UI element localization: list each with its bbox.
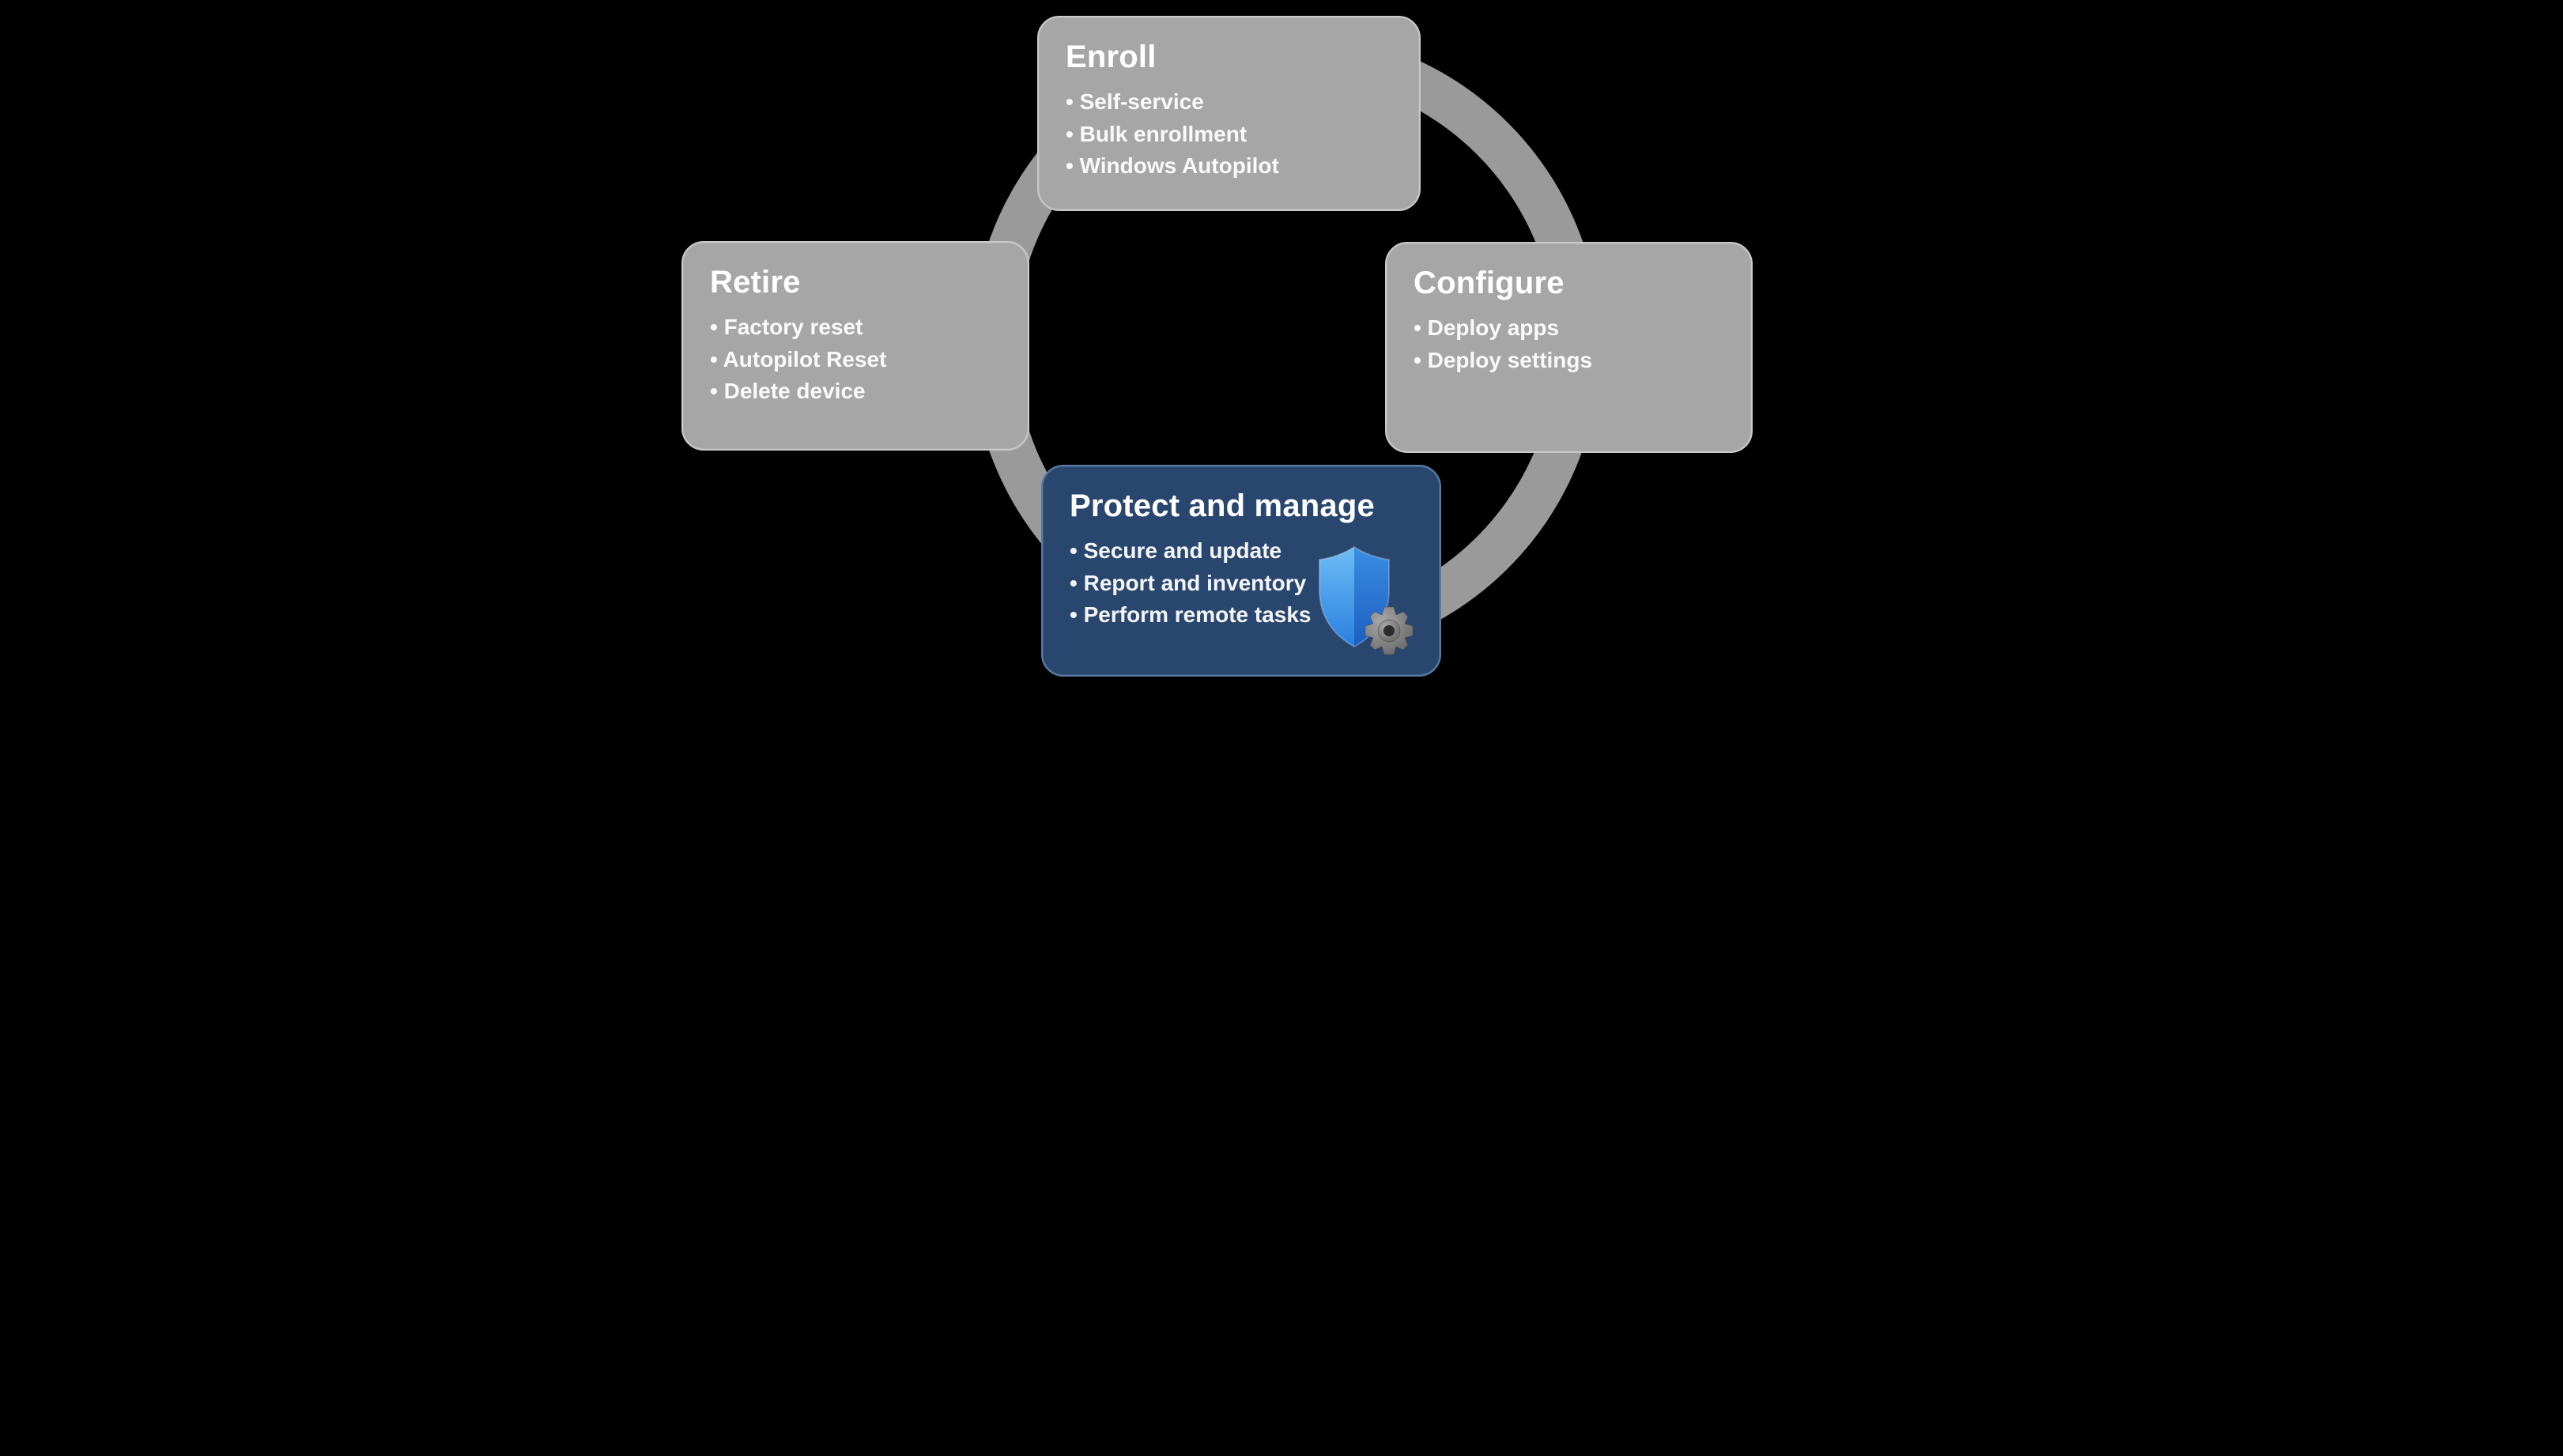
lifecycle-diagram: Enroll Self-service Bulk enrollment Wind…	[670, 0, 1893, 695]
phase-bullet: Self-service	[1066, 86, 1392, 119]
phase-card-protect: Protect and manage Secure and update Rep…	[1041, 465, 1441, 677]
phase-bullet: Bulk enrollment	[1066, 119, 1392, 151]
phase-bullet: Delete device	[710, 375, 1001, 408]
phase-card-configure: Configure Deploy apps Deploy settings	[1385, 242, 1753, 453]
phase-bullet: Report and inventory	[1070, 568, 1413, 600]
phase-bullets: Deploy apps Deploy settings	[1414, 312, 1724, 376]
phase-bullet: Windows Autopilot	[1066, 150, 1392, 183]
phase-title: Configure	[1414, 266, 1724, 301]
phase-bullets: Self-service Bulk enrollment Windows Aut…	[1066, 86, 1392, 183]
phase-bullets: Secure and update Report and inventory P…	[1070, 535, 1413, 632]
phase-title: Retire	[710, 265, 1001, 300]
phase-bullet: Deploy settings	[1414, 345, 1724, 377]
phase-bullet: Factory reset	[710, 311, 1001, 344]
phase-bullet: Secure and update	[1070, 535, 1413, 568]
phase-card-enroll: Enroll Self-service Bulk enrollment Wind…	[1037, 16, 1421, 211]
phase-title: Protect and manage	[1070, 488, 1413, 524]
phase-bullet: Autopilot Reset	[710, 344, 1001, 376]
phase-bullet: Perform remote tasks	[1070, 599, 1413, 632]
phase-bullets: Factory reset Autopilot Reset Delete dev…	[710, 311, 1001, 408]
phase-bullet: Deploy apps	[1414, 312, 1724, 345]
phase-card-retire: Retire Factory reset Autopilot Reset Del…	[681, 241, 1029, 451]
phase-title: Enroll	[1066, 40, 1392, 75]
